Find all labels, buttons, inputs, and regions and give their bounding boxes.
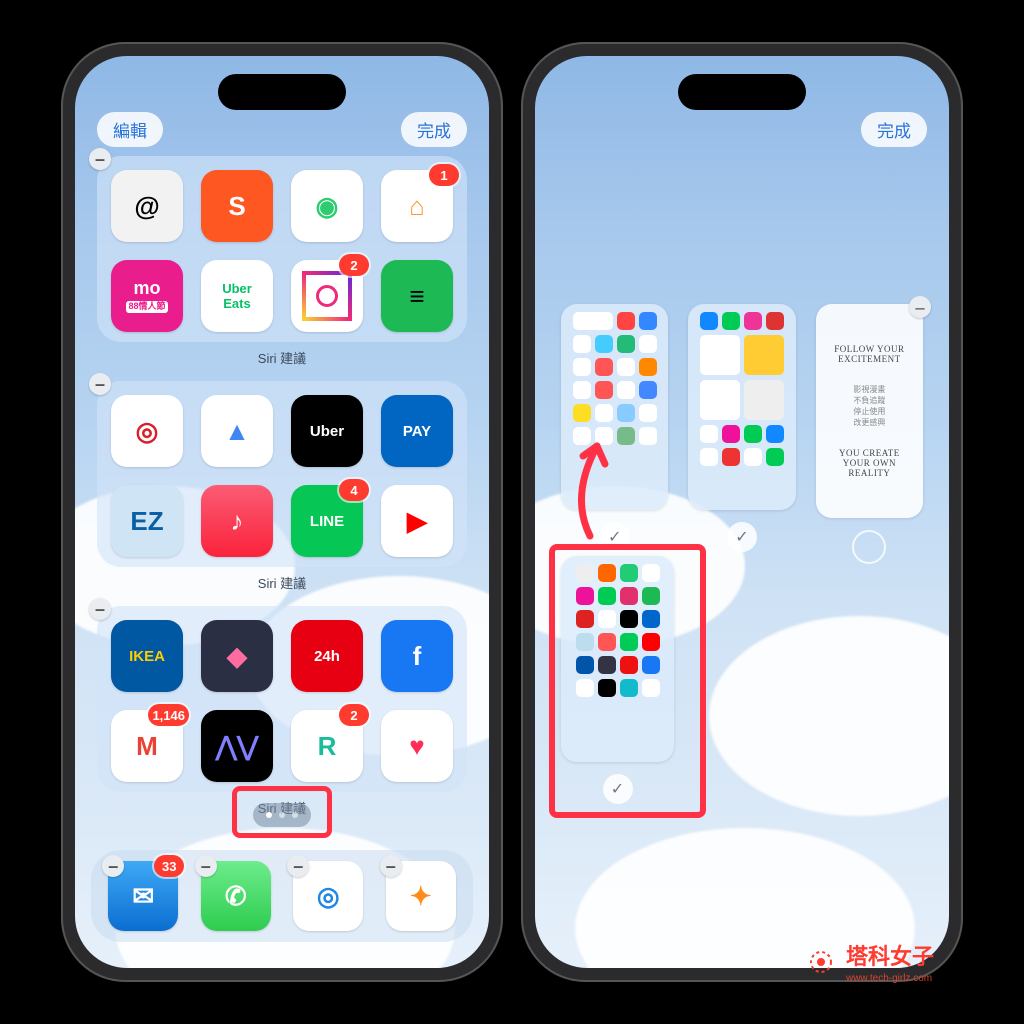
screen-right: 完成 ✓ [535,56,949,968]
app-px[interactable]: ◎ [111,395,183,467]
badge: 2 [339,704,369,726]
app-home[interactable]: ⌂1 [381,170,453,242]
remove-app-icon[interactable]: – [380,855,402,877]
phone-right: 完成 ✓ [521,42,963,982]
app-maps[interactable]: ▲ [201,395,273,467]
page-checked-icon[interactable]: ✓ [600,522,630,552]
app-gmail[interactable]: M1,146 [111,710,183,782]
widget2-apps: ◎▲UberPAY EZ♪LINE4▶ [111,395,453,557]
widgets-area: – @S◉⌂1mo88情人節Uber Eats2≡ Siri 建議 – ◎▲Ub… [97,156,467,831]
app-health[interactable]: ♥ [381,710,453,782]
done-button[interactable]: 完成 [401,112,467,147]
app-threads[interactable]: @ [111,170,183,242]
watermark-url: www.tech-girlz.com [846,973,934,984]
app-pchome[interactable]: 24h [291,620,363,692]
remove-widget-icon[interactable]: – [89,598,111,620]
widget2-label: Siri 建議 [97,573,467,592]
app-youtube[interactable]: ▶ [381,485,453,557]
siri-widget-3[interactable]: – IKEA◆24hfM1,146⋀⋁R2♥ [97,606,467,792]
page-checked-icon[interactable]: ✓ [603,774,633,804]
quote-text-1: FOLLOW YOUR EXCITEMENT [828,344,911,364]
remove-page-icon[interactable]: – [909,296,931,318]
dock[interactable]: ✉33–✆–◎–✦– [91,850,473,942]
badge: 1 [429,164,459,186]
widget3-apps: IKEA◆24hf M1,146⋀⋁R2♥ [111,620,453,782]
phone-left: 編輯 完成 – @S◉⌂1mo88情人節Uber Eats2≡ Siri 建議 … [61,42,503,982]
watermark-name: 塔科女子 [846,939,934,971]
page-indicator[interactable] [253,803,311,827]
pages-row-2: ✓ [561,556,674,804]
app-pxpay[interactable]: PAY [381,395,453,467]
siri-widget-1[interactable]: – @S◉⌂1mo88情人節Uber Eats2≡ [97,156,467,342]
quote-text-2: YOU CREATE YOUR OWN REALITY [828,448,911,478]
widget1-apps: @S◉⌂1mo88情人節Uber Eats2≡ [111,170,453,332]
screen-left: 編輯 完成 – @S◉⌂1mo88情人節Uber Eats2≡ Siri 建議 … [75,56,489,968]
watermark: 塔科女子 www.tech-girlz.com [804,939,934,984]
app-momo[interactable]: mo88情人節 [111,260,183,332]
remove-app-icon[interactable]: – [195,855,217,877]
badge: 33 [154,855,184,877]
remove-widget-icon[interactable]: – [89,373,111,395]
quote-text-mid: 影視漫畫 不負追蹤 停止使用 改更感興 [853,384,885,428]
badge: 2 [339,254,369,276]
app-line[interactable]: LINE4 [291,485,363,557]
app-stocks[interactable]: ⋀⋁ [201,710,273,782]
app-instagram[interactable]: 2 [291,260,363,332]
app-spotify[interactable]: ≡ [381,260,453,332]
app-uber-eats[interactable]: Uber Eats [201,260,273,332]
app-music[interactable]: ♪ [201,485,273,557]
widget1-label: Siri 建議 [97,348,467,367]
app-facebook[interactable]: f [381,620,453,692]
page-thumb-2[interactable]: ✓ [688,304,795,564]
app-uber[interactable]: Uber [291,395,363,467]
badge: 1,146 [148,704,189,726]
badge: 4 [339,479,369,501]
page-thumb-4-dragged[interactable]: ✓ [561,556,674,804]
page-thumb-3[interactable]: – FOLLOW YOUR EXCITEMENT 影視漫畫 不負追蹤 停止使用 … [816,304,923,564]
app-ikea[interactable]: IKEA [111,620,183,692]
pages-row-1: ✓ ✓ – FOLLOW YOUR EXCITEMENT 影視漫畫 不負追蹤 停… [561,304,923,564]
remove-widget-icon[interactable]: – [89,148,111,170]
page-checked-icon[interactable]: ✓ [727,522,757,552]
app-ezway[interactable]: EZ [111,485,183,557]
app-shopee[interactable]: S [201,170,273,242]
app-find-my[interactable]: ◉ [291,170,363,242]
siri-widget-2[interactable]: – ◎▲UberPAYEZ♪LINE4▶ [97,381,467,567]
done-button[interactable]: 完成 [861,112,927,147]
app-shortcuts[interactable]: ◆ [201,620,273,692]
page-thumb-1[interactable]: ✓ [561,304,668,564]
app-rakuten[interactable]: R2 [291,710,363,782]
edit-button[interactable]: 編輯 [97,112,163,147]
page-unchecked-icon[interactable] [852,530,886,564]
dynamic-island [678,74,806,110]
dynamic-island [218,74,346,110]
